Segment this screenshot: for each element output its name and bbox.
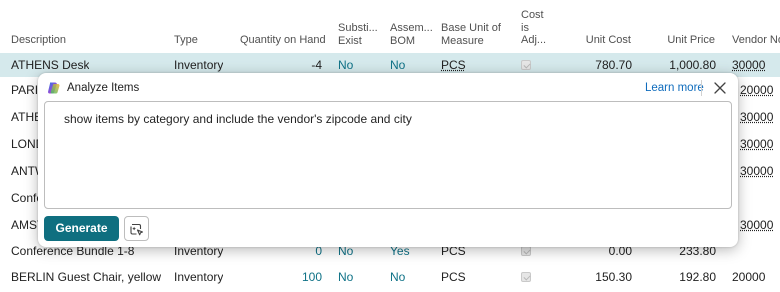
cell-vendor-no[interactable]: 30000 (740, 213, 773, 237)
cell-substitutes[interactable]: No (338, 265, 353, 289)
col-header-description[interactable]: Description (11, 34, 66, 47)
list-header: Description Type Quantity on Hand Substi… (0, 0, 780, 52)
close-button[interactable] (710, 78, 730, 98)
table-row[interactable]: BERLIN Guest Chair, yellow Inventory 100… (0, 265, 780, 289)
cell-unit-cost: 150.30 (595, 270, 632, 284)
prompt-guide-button[interactable] (124, 216, 149, 241)
cell-unit-price: 192.80 (679, 270, 716, 284)
cell-base-unit[interactable]: PCS (441, 265, 466, 289)
col-header-type[interactable]: Type (174, 34, 198, 47)
cell-vendor-no[interactable]: 20000 (732, 265, 765, 289)
cell-vendor-no[interactable]: 30000 (740, 105, 773, 129)
analyze-items-dialog: Analyze Items Learn more show items by c… (38, 73, 738, 247)
header-divider (701, 80, 702, 96)
col-header-base-unit[interactable]: Base Unit of Measure (441, 22, 501, 47)
col-header-vendor-no[interactable]: Vendor No. (732, 34, 780, 47)
cell-vendor-no[interactable]: 30000 (740, 159, 773, 183)
cost-adjusted-checkbox (521, 60, 531, 70)
cost-adjusted-checkbox (521, 246, 531, 256)
generate-button[interactable]: Generate (44, 216, 119, 241)
cell-type: Inventory (174, 270, 224, 284)
col-header-cost-adjusted[interactable]: Cost is Adj... (521, 9, 546, 47)
prompt-input[interactable]: show items by category and include the v… (44, 101, 732, 209)
col-header-unit-price[interactable]: Unit Price (655, 34, 715, 47)
cell-vendor-no[interactable]: 30000 (740, 132, 773, 156)
col-header-quantity-on-hand[interactable]: Quantity on Hand (240, 34, 326, 47)
col-header-unit-cost[interactable]: Unit Cost (570, 34, 631, 47)
cost-adjusted-checkbox (521, 272, 531, 282)
dialog-header: Analyze Items Learn more (38, 73, 738, 103)
col-header-substitutes-exist[interactable]: Substi... Exist (338, 22, 378, 47)
learn-more-link[interactable]: Learn more (645, 82, 704, 94)
cell-vendor-no[interactable]: 20000 (740, 78, 773, 102)
copilot-icon (48, 82, 60, 94)
cell-description[interactable]: BERLIN Guest Chair, yellow (11, 265, 161, 289)
close-icon (714, 82, 726, 94)
cell-assembly-bom[interactable]: No (390, 265, 405, 289)
dialog-title: Analyze Items (67, 82, 140, 94)
prompt-guide-icon (130, 223, 144, 236)
cell-quantity[interactable]: 100 (240, 265, 322, 289)
col-header-assembly-bom[interactable]: Assem... BOM (390, 22, 433, 47)
